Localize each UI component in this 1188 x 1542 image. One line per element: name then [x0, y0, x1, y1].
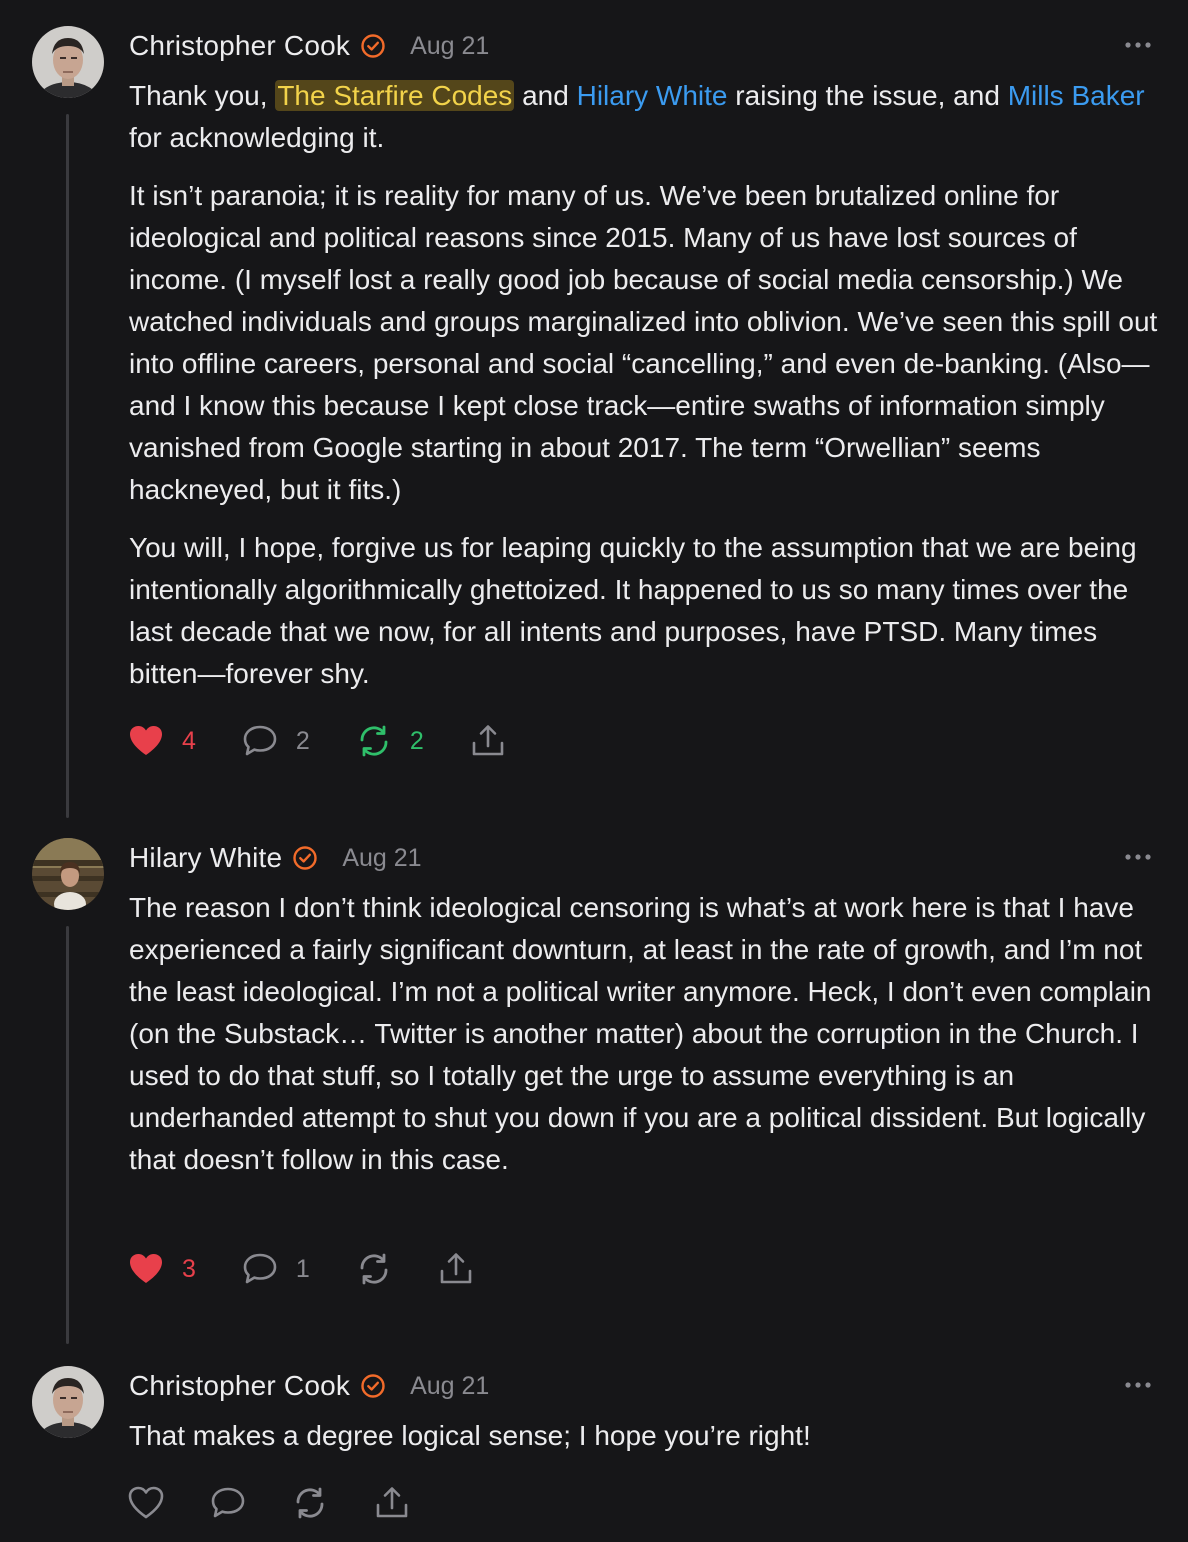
restack-button[interactable] — [292, 1486, 328, 1520]
reply-button[interactable] — [210, 1486, 246, 1520]
comment-body: That makes a degree logical sense; I hop… — [129, 1415, 1169, 1473]
restack-icon — [296, 1487, 324, 1519]
heart-icon — [130, 1254, 162, 1283]
like-count: 3 — [182, 1254, 196, 1283]
verified-badge-icon — [360, 33, 386, 59]
like-button[interactable] — [128, 1486, 164, 1520]
author-name[interactable]: Christopher Cook — [129, 1370, 350, 1402]
comment-paragraph: The reason I don’t think ideological cen… — [129, 892, 1152, 1175]
like-button[interactable]: 4 — [128, 724, 196, 758]
avatar[interactable] — [32, 26, 104, 98]
text: for acknowledging it. — [129, 122, 385, 153]
comment-bubble-icon — [243, 1253, 277, 1284]
restack-button[interactable]: 2 — [356, 724, 424, 758]
mention-the-starfire-codes[interactable]: The Starfire Codes — [275, 80, 515, 111]
share-icon — [376, 1487, 408, 1518]
like-button[interactable]: 3 — [128, 1252, 196, 1286]
share-icon — [472, 725, 504, 756]
heart-icon — [130, 726, 162, 755]
restack-count: 2 — [409, 726, 424, 755]
comment-actions: 3 1 — [128, 1249, 520, 1289]
heart-icon — [128, 1486, 164, 1519]
reply-button[interactable]: 2 — [242, 724, 310, 758]
comment-date[interactable]: Aug 21 — [410, 32, 489, 61]
comment-date[interactable]: Aug 21 — [342, 844, 421, 873]
share-button[interactable] — [374, 1486, 410, 1520]
comment-body: The reason I don’t think ideological cen… — [129, 887, 1169, 1197]
thread-line — [66, 926, 69, 1344]
more-options-icon[interactable] — [1118, 1370, 1158, 1400]
avatar[interactable] — [32, 838, 104, 910]
text: Thank you, — [129, 80, 276, 111]
author-name[interactable]: Christopher Cook — [129, 30, 350, 62]
restack-icon — [360, 725, 388, 757]
comment-actions: 4 2 2 — [128, 721, 552, 761]
comment-date[interactable]: Aug 21 — [410, 1372, 489, 1401]
thread-line — [66, 114, 69, 818]
comment-bubble-icon — [211, 1487, 245, 1518]
comment-paragraph: That makes a degree logical sense; I hop… — [129, 1420, 811, 1451]
verified-badge-icon — [292, 845, 318, 871]
more-options-icon[interactable] — [1118, 842, 1158, 872]
avatar[interactable] — [32, 1366, 104, 1438]
verified-badge-icon — [360, 1373, 386, 1399]
comment-actions — [128, 1483, 456, 1523]
text: raising the issue, and — [727, 80, 1008, 111]
reply-count: 2 — [295, 726, 310, 755]
restack-icon — [360, 1253, 388, 1285]
comment-bubble-icon — [243, 725, 277, 756]
more-options-icon[interactable] — [1118, 30, 1158, 60]
share-button[interactable] — [438, 1252, 474, 1286]
mention-hilary-white[interactable]: Hilary White — [577, 80, 728, 111]
mention-mills-baker[interactable]: Mills Baker — [1008, 80, 1145, 111]
reply-count: 1 — [295, 1254, 310, 1283]
share-icon — [440, 1253, 472, 1284]
text: and — [514, 80, 577, 111]
like-count: 4 — [182, 726, 196, 755]
share-button[interactable] — [470, 724, 506, 758]
comment-paragraph: Thank you, The Starfire Codes and Hilary… — [129, 75, 1169, 159]
comment-paragraph: It isn’t paranoia; it is reality for man… — [129, 180, 1158, 505]
restack-button[interactable] — [356, 1252, 392, 1286]
reply-button[interactable]: 1 — [242, 1252, 310, 1286]
comment-body: Thank you, The Starfire Codes and Hilary… — [129, 75, 1169, 711]
author-name[interactable]: Hilary White — [129, 842, 282, 874]
comment-paragraph: You will, I hope, forgive us for leaping… — [129, 532, 1137, 689]
